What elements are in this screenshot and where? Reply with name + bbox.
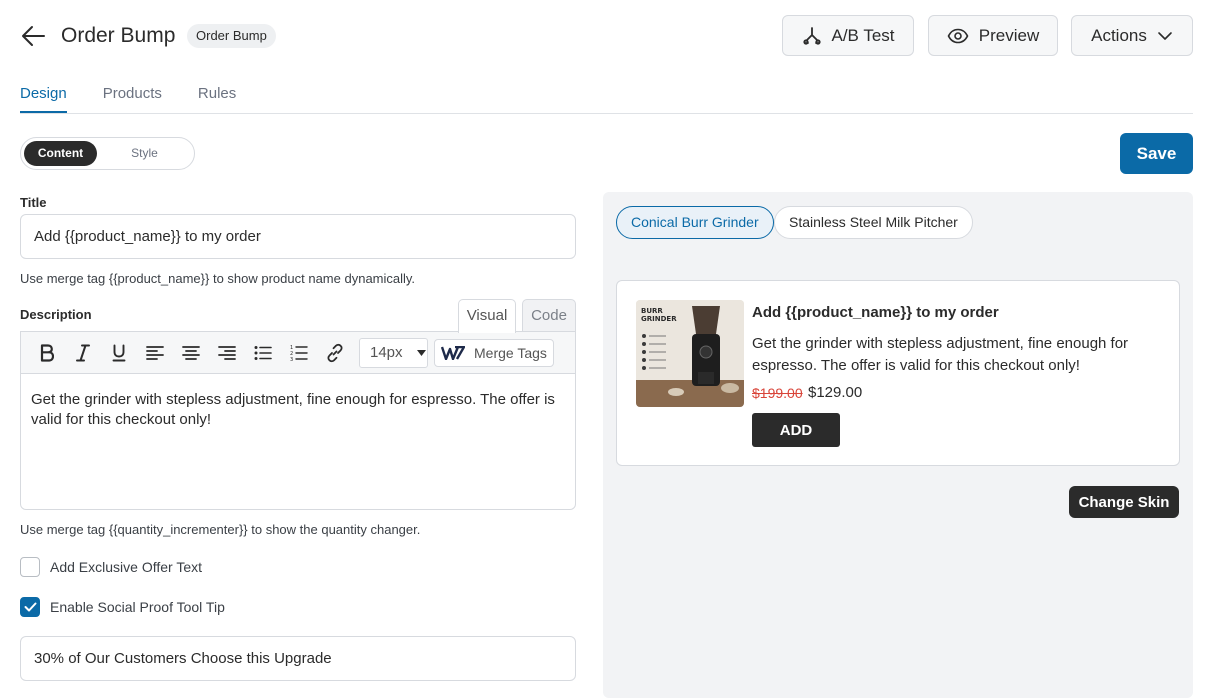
align-center-button[interactable]	[173, 335, 209, 371]
segment-style[interactable]: Style	[107, 141, 182, 166]
description-label: Description	[20, 307, 92, 322]
page-title: Order Bump	[61, 24, 176, 47]
main-tabs: Design Products Rules	[20, 85, 236, 113]
editor-toolbar: 123 14px Merge Tags	[21, 332, 575, 374]
merge-tags-button[interactable]: Merge Tags	[434, 338, 554, 367]
bullet-list-icon	[254, 345, 272, 360]
product-tab-milk-pitcher[interactable]: Stainless Steel Milk Pitcher	[774, 206, 973, 239]
card-description: Get the grinder with stepless adjustment…	[752, 335, 1129, 374]
ab-test-label: A/B Test	[831, 25, 895, 45]
ab-split-icon	[802, 26, 821, 45]
preview-label: Preview	[978, 25, 1040, 45]
align-left-button[interactable]	[137, 335, 173, 371]
actions-dropdown[interactable]: Actions	[1071, 15, 1193, 56]
font-size-select[interactable]: 14px	[359, 337, 428, 368]
back-button[interactable]	[20, 24, 46, 48]
numbered-list-icon: 123	[290, 345, 308, 362]
italic-button[interactable]	[65, 335, 101, 371]
italic-icon	[76, 344, 90, 361]
product-tab-grinder[interactable]: Conical Burr Grinder	[616, 206, 774, 239]
original-price: $199.00	[752, 385, 803, 401]
merge-tags-label: Merge Tags	[474, 344, 547, 361]
preview-button[interactable]: Preview	[928, 15, 1058, 56]
social-proof-checkbox[interactable]	[20, 597, 40, 617]
social-proof-option[interactable]: Enable Social Proof Tool Tip	[20, 597, 225, 617]
merge-tags-logo-icon	[441, 345, 465, 360]
align-right-button[interactable]	[209, 335, 245, 371]
eye-icon	[947, 28, 969, 43]
order-bump-card: BURR GRINDER Add {{product_name}} to my …	[616, 280, 1180, 466]
bullet-list-button[interactable]	[245, 335, 281, 371]
add-button[interactable]: ADD	[752, 413, 840, 447]
svg-text:3: 3	[290, 357, 293, 362]
arrow-left-icon	[22, 26, 45, 46]
link-button[interactable]	[317, 335, 353, 371]
align-right-icon	[218, 345, 236, 360]
title-hint: Use merge tag {{product_name}} to show p…	[20, 271, 416, 286]
underline-button[interactable]	[101, 335, 137, 371]
image-text-burr: BURR	[641, 307, 663, 315]
segment-content[interactable]: Content	[24, 141, 97, 166]
product-image: BURR GRINDER	[636, 300, 744, 407]
caret-down-icon	[416, 349, 426, 356]
editor-tab-visual[interactable]: Visual	[458, 299, 516, 333]
exclusive-offer-label: Add Exclusive Offer Text	[50, 559, 202, 575]
actions-label: Actions	[1091, 25, 1147, 45]
description-editor: 123 14px Merge Tags Get the grinder with…	[20, 331, 576, 510]
ab-test-button[interactable]: A/B Test	[782, 15, 914, 56]
save-button[interactable]: Save	[1120, 133, 1193, 174]
card-title: Add {{product_name}} to my order	[752, 304, 999, 321]
social-proof-label: Enable Social Proof Tool Tip	[50, 599, 225, 615]
underline-icon	[112, 344, 126, 361]
grinder-product-image: BURR GRINDER	[636, 300, 744, 407]
bold-icon	[40, 343, 54, 362]
title-label: Title	[20, 195, 47, 210]
type-badge: Order Bump	[187, 24, 276, 48]
image-text-grinder: GRINDER	[641, 315, 677, 323]
tab-products[interactable]: Products	[103, 85, 162, 113]
tab-rules[interactable]: Rules	[198, 85, 236, 113]
quantity-hint: Use merge tag {{quantity_incrementer}} t…	[20, 522, 421, 537]
align-left-icon	[146, 345, 164, 360]
link-icon	[327, 343, 343, 362]
numbered-list-button[interactable]: 123	[281, 335, 317, 371]
sale-price: $129.00	[808, 384, 863, 401]
bold-button[interactable]	[29, 335, 65, 371]
tabs-divider	[20, 113, 1193, 114]
font-size-value: 14px	[370, 344, 403, 361]
align-center-icon	[182, 345, 200, 360]
content-style-toggle: Content Style	[20, 137, 195, 170]
title-input[interactable]	[20, 214, 576, 259]
chevron-down-icon	[1158, 31, 1172, 40]
description-text[interactable]: Get the grinder with stepless adjustment…	[21, 374, 575, 446]
editor-tab-code[interactable]: Code	[522, 299, 576, 332]
exclusive-offer-checkbox[interactable]	[20, 557, 40, 577]
tab-design[interactable]: Design	[20, 85, 67, 113]
check-icon	[24, 602, 36, 612]
exclusive-offer-option[interactable]: Add Exclusive Offer Text	[20, 557, 202, 577]
social-proof-input[interactable]	[20, 636, 576, 681]
change-skin-button[interactable]: Change Skin	[1069, 486, 1179, 518]
